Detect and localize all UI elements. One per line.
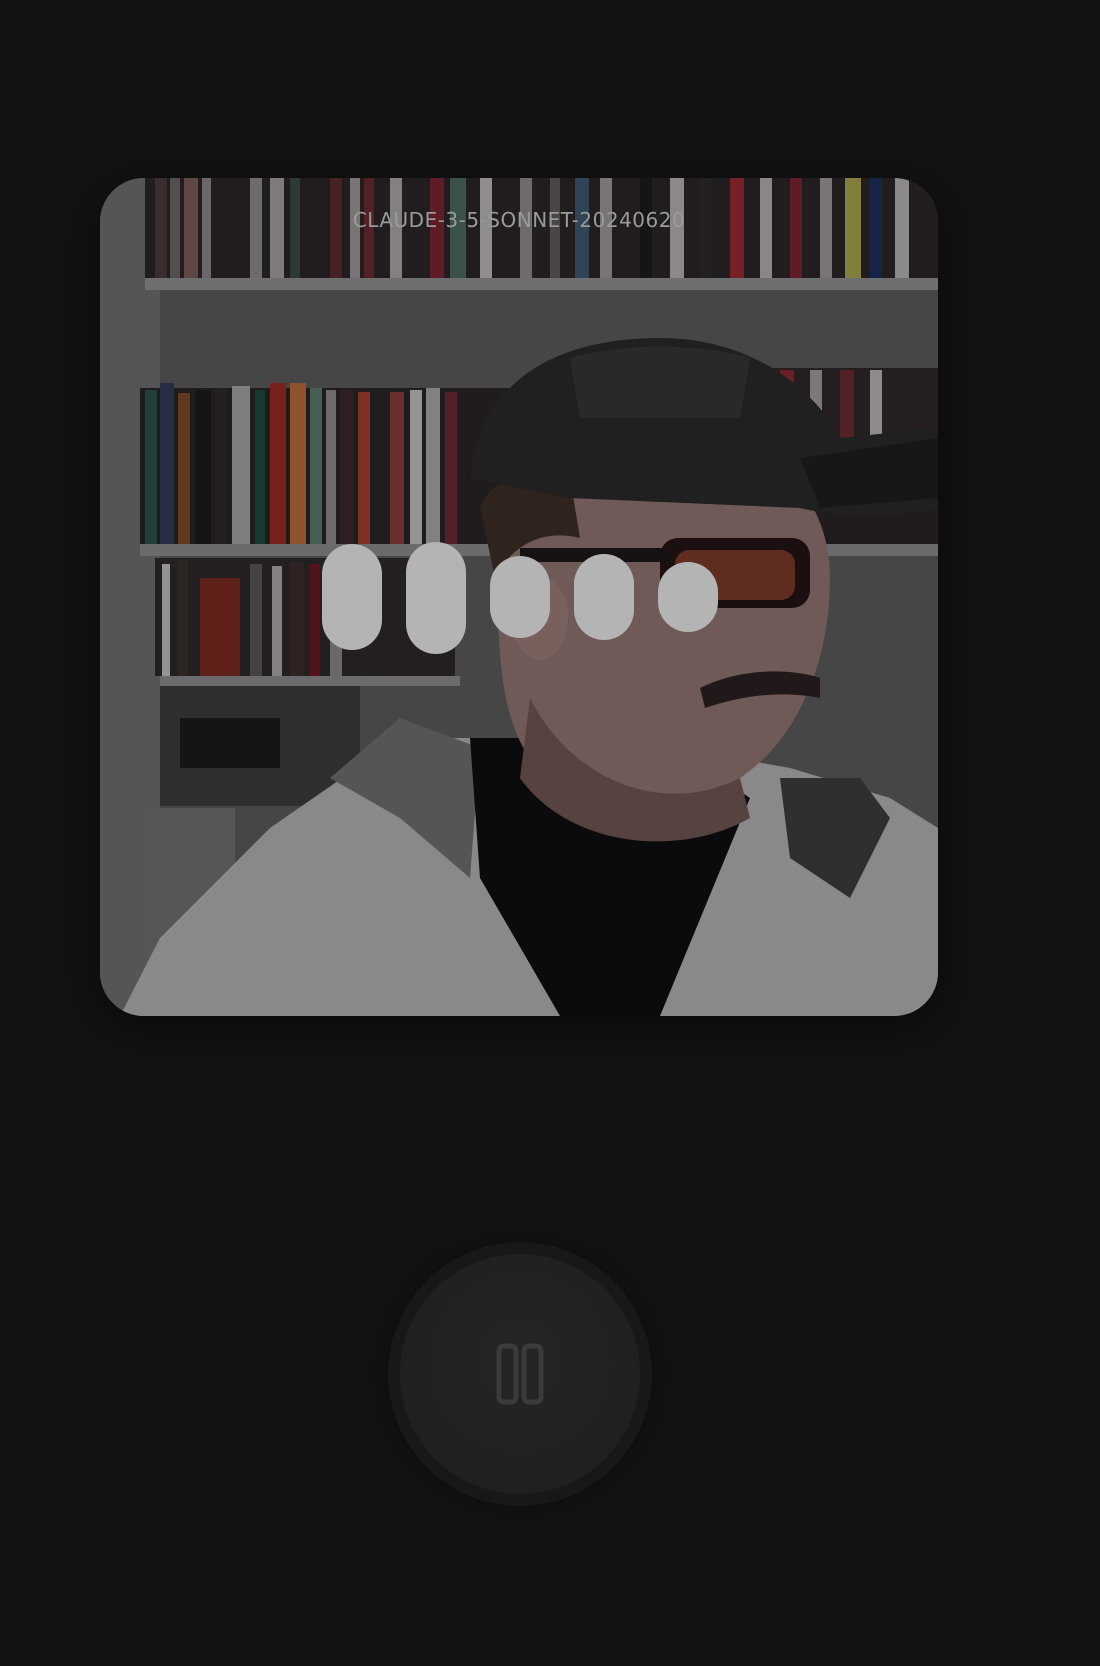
voice-call-screen: CLAUDE-3-5-SONNET-20240620 <box>0 0 1100 1666</box>
voice-bar <box>658 562 718 632</box>
camera-preview: CLAUDE-3-5-SONNET-20240620 <box>100 178 938 1016</box>
voice-bar <box>322 544 382 650</box>
model-name-label: CLAUDE-3-5-SONNET-20240620 <box>352 208 686 232</box>
pause-button-ring <box>388 1242 652 1506</box>
voice-bar <box>406 542 466 654</box>
voice-activity-indicator <box>322 542 718 654</box>
pause-button[interactable] <box>400 1254 640 1494</box>
voice-bar <box>574 554 634 640</box>
voice-bar <box>490 556 550 638</box>
pause-icon <box>496 1343 544 1405</box>
